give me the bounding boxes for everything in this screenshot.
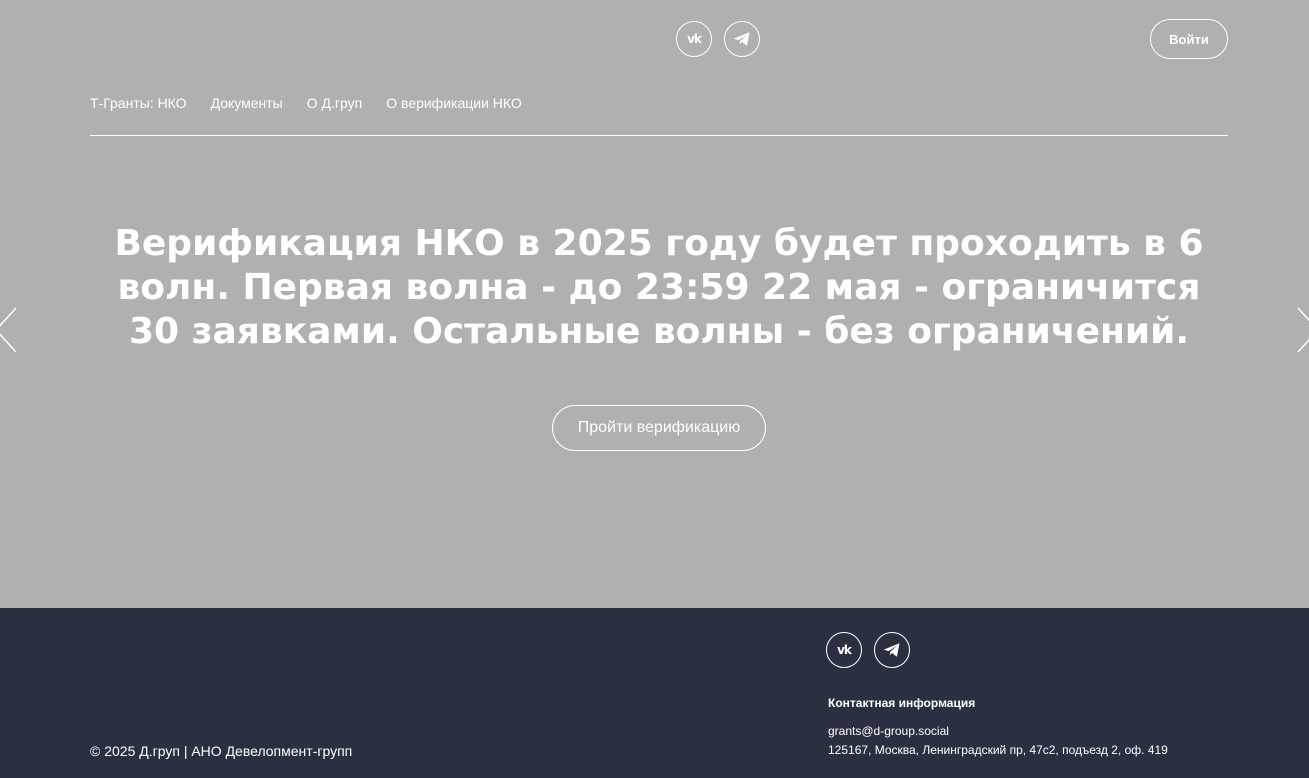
nav-divider: [90, 135, 1228, 136]
telegram-link[interactable]: [874, 632, 910, 668]
hero-headline: Верификация НКО в 2025 году будет проход…: [114, 223, 1204, 352]
nav-item-about[interactable]: О Д.груп: [307, 95, 362, 111]
nav-item-t-grants[interactable]: Т-Гранты: НКО: [90, 95, 187, 111]
header-social-links: vk: [676, 21, 760, 57]
login-button[interactable]: Войти: [1150, 19, 1228, 59]
footer-social-links: vk: [826, 632, 910, 668]
contact-email-link[interactable]: grants@d-group.social: [828, 724, 949, 738]
vk-icon: vk: [837, 643, 852, 657]
copyright-text: © 2025 Д.груп | АНО Девелопмент-групп: [90, 743, 353, 759]
nav-item-verification[interactable]: О верификации НКО: [386, 95, 522, 111]
chevron-left-icon[interactable]: [0, 306, 18, 354]
vk-icon: vk: [687, 32, 702, 46]
main-nav: Т-Гранты: НКО Документы О Д.груп О вериф…: [90, 95, 522, 111]
contact-address: 125167, Москва, Ленинградский пр, 47с2, …: [828, 743, 1168, 757]
telegram-icon: [883, 643, 900, 657]
vk-link[interactable]: vk: [826, 632, 862, 668]
vk-link[interactable]: vk: [676, 21, 712, 57]
footer: vk © 2025 Д.груп | АНО Девелопмент-групп…: [0, 608, 1309, 778]
telegram-icon: [733, 32, 750, 46]
chevron-right-icon[interactable]: [1296, 306, 1309, 354]
nav-item-documents[interactable]: Документы: [211, 95, 283, 111]
verification-button[interactable]: Пройти верификацию: [552, 405, 766, 451]
hero-section: vk Войти Т-Гранты: НКО Документы О Д.гру…: [0, 0, 1309, 608]
contact-heading: Контактная информация: [828, 696, 976, 710]
telegram-link[interactable]: [724, 21, 760, 57]
